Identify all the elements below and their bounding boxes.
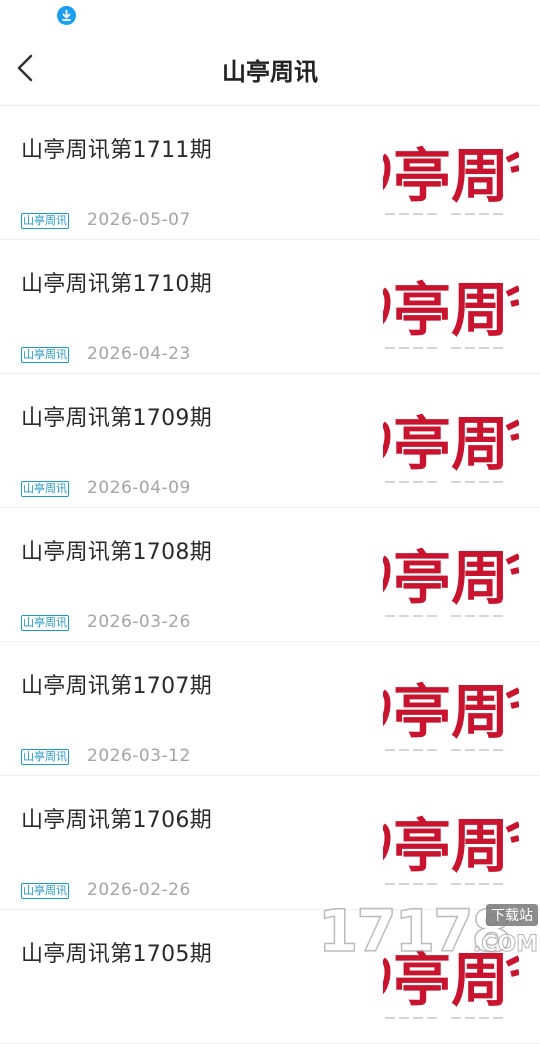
download-icon [57, 6, 76, 25]
item-title: 山亭周讯第1709期 [21, 406, 212, 431]
page-title: 山亭周讯 [222, 58, 318, 86]
item-title: 山亭周讯第1707期 [21, 674, 212, 699]
item-title: 山亭周讯第1705期 [21, 942, 212, 967]
list-item[interactable]: 山亭周讯第1708期山亭周讯 2026-03-26 亭周 [0, 508, 540, 642]
category-tag: 山亭周讯 [21, 615, 69, 631]
item-title: 山亭周讯第1710期 [21, 272, 212, 297]
category-tag: 山亭周讯 [21, 213, 69, 229]
publish-date: 2026-03-26 [87, 612, 191, 632]
thumbnail-masthead: 亭周 [393, 812, 509, 880]
publish-date: 2026-04-23 [87, 344, 191, 364]
thumbnail-masthead: 亭周 [393, 276, 509, 344]
newspaper-thumbnail: 亭周 [383, 126, 519, 220]
item-title: 山亭周讯第1706期 [21, 808, 212, 833]
watermark-suffix: .COM [472, 932, 538, 958]
category-tag: 山亭周讯 [21, 481, 69, 497]
newspaper-thumbnail: 亭周 [383, 662, 519, 756]
thumbnail-masthead: 亭周 [393, 410, 509, 478]
list-item[interactable]: 山亭周讯第1710期山亭周讯 2026-04-23 亭周 [0, 240, 540, 374]
newspaper-thumbnail: 亭周 [383, 394, 519, 488]
nav-bar: 山亭周讯 [0, 32, 540, 106]
category-tag: 山亭周讯 [21, 347, 69, 363]
watermark: 17178 下载站 .COM [314, 898, 540, 961]
item-title: 山亭周讯第1708期 [21, 540, 212, 565]
thumbnail-masthead: 亭周 [393, 544, 509, 612]
publish-date: 2026-05-07 [87, 210, 191, 230]
item-title: 山亭周讯第1711期 [21, 138, 212, 163]
category-tag: 山亭周讯 [21, 749, 69, 765]
list-item[interactable]: 山亭周讯第1709期山亭周讯 2026-04-09 亭周 [0, 374, 540, 508]
publish-date: 2026-04-09 [87, 478, 191, 498]
list-item[interactable]: 山亭周讯第1711期山亭周讯 2026-05-07 亭周 [0, 106, 540, 240]
watermark-badge: 下载站 [486, 904, 538, 926]
publish-date: 2026-03-12 [87, 746, 191, 766]
thumbnail-masthead: 亭周 [393, 142, 509, 210]
status-bar [0, 0, 540, 32]
category-tag: 山亭周讯 [21, 883, 69, 899]
thumbnail-masthead: 亭周 [393, 678, 509, 746]
newspaper-thumbnail: 亭周 [383, 528, 519, 622]
list-item[interactable]: 山亭周讯第1706期山亭周讯 2026-02-26 亭周 [0, 776, 540, 910]
list-item[interactable]: 山亭周讯第1707期山亭周讯 2026-03-12 亭周 [0, 642, 540, 776]
newspaper-thumbnail: 亭周 [383, 260, 519, 354]
publish-date: 2026-02-26 [87, 880, 191, 900]
newspaper-thumbnail: 亭周 [383, 796, 519, 890]
